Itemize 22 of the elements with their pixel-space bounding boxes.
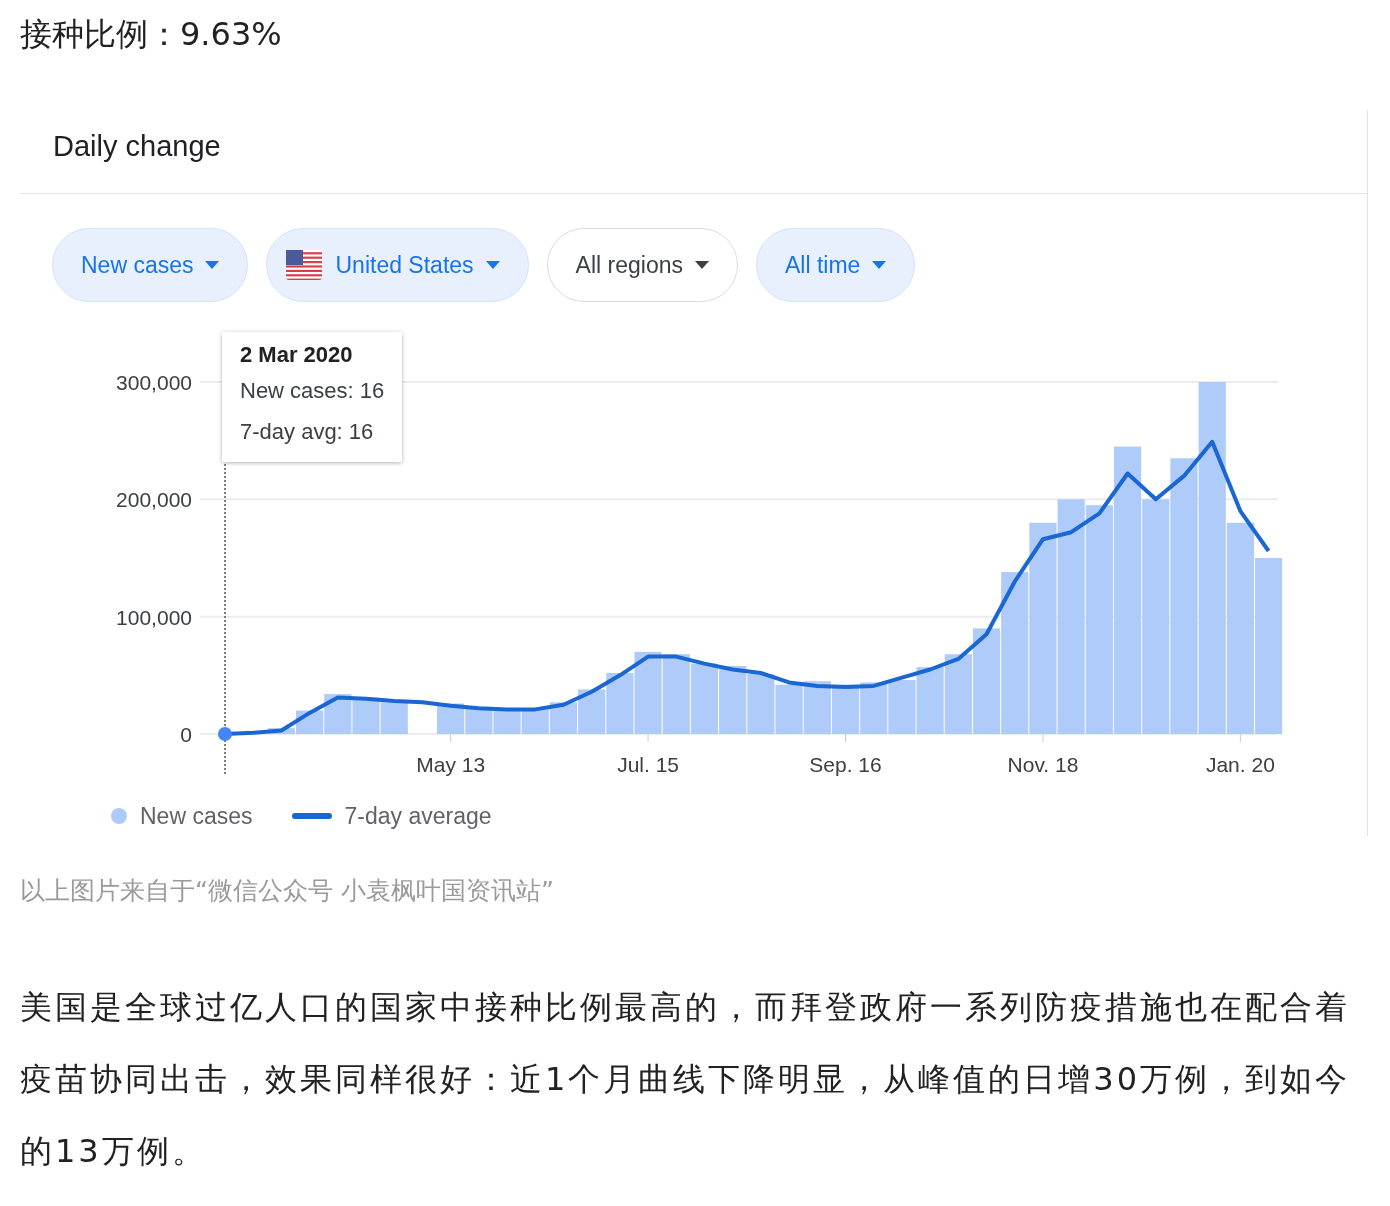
filter-chip[interactable]: New cases: [52, 228, 249, 302]
axis-label: Jul. 15: [617, 753, 679, 776]
filter-chip[interactable]: All time: [755, 228, 916, 302]
card-title: Daily change: [52, 129, 221, 164]
tooltip-text: 7-day avg: 16: [240, 418, 375, 446]
axis-label: Jan. 20: [1205, 753, 1275, 776]
legend-label: 7-day average: [344, 802, 492, 830]
tooltip-date: 2 Mar 2020: [240, 341, 354, 369]
axis-label: Sep. 16: [809, 753, 882, 776]
tooltip-text: New cases: 16: [240, 377, 385, 405]
axis-label: 300,000: [116, 371, 192, 394]
filter-chip[interactable]: All regions: [546, 228, 738, 302]
axis-label: May 13: [416, 753, 486, 776]
image-caption: 以上图片来自于“微信公众号 小袁枫叶国资讯站”: [20, 875, 555, 907]
axis-label: 100,000: [116, 605, 192, 629]
filter-chip[interactable]: United States: [266, 228, 529, 302]
legend-label: New cases: [140, 802, 253, 830]
axis-label: Nov. 18: [1007, 753, 1079, 776]
paragraph: 美国是全球过亿人口的国家中接种比例最高的，而拜登政府一系列防疫措施也在配合着疫苗协同出击，效果同样很好：近1个月曲线下降明显，从峰值的日增30万例，到如今的13万例。: [20, 987, 1352, 1172]
axis-label: 0: [180, 723, 192, 746]
heading: 接种比例：9.63%: [20, 14, 283, 55]
axis-label: 200,000: [116, 488, 192, 512]
